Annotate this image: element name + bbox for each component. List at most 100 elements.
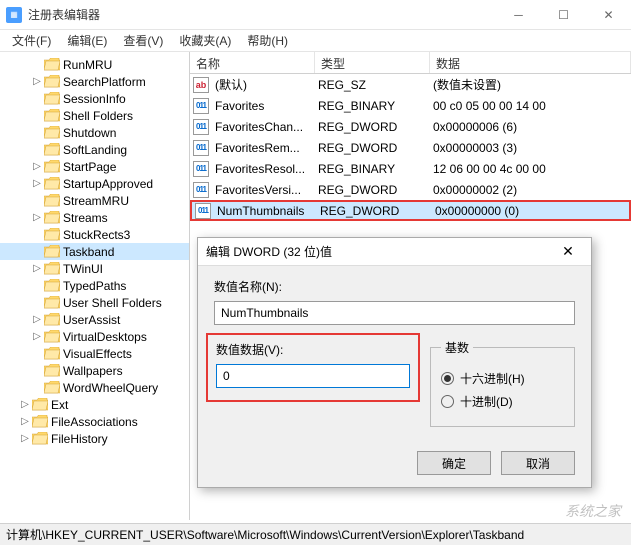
tree-expander-icon[interactable]: ▷ [30,314,44,325]
tree-item[interactable]: Taskband [0,243,189,260]
tree-label: User Shell Folders [63,296,162,310]
cell-type: REG_DWORD [315,141,430,155]
folder-icon [44,296,60,309]
list-row[interactable]: ab(默认)REG_SZ(数值未设置) [190,74,631,95]
list-row[interactable]: 011FavoritesResol...REG_BINARY12 06 00 0… [190,158,631,179]
tree-label: StartupApproved [63,177,153,191]
value-data-input[interactable] [216,364,410,388]
tree-item[interactable]: Shell Folders [0,107,189,124]
folder-icon [44,160,60,173]
tree-item[interactable]: ▷ StartupApproved [0,175,189,192]
tree-expander-icon[interactable]: ▷ [18,399,32,410]
tree-label: StuckRects3 [63,228,130,242]
tree-label: Shutdown [63,126,116,140]
menu-favorites[interactable]: 收藏夹(A) [171,30,239,51]
tree-item[interactable]: ▷VirtualDesktops [0,328,189,345]
tree-expander-icon[interactable]: ▷ [18,433,32,444]
tree-label: StartPage [63,160,116,174]
tree-item[interactable]: ▷FileAssociations [0,413,189,430]
cell-data: 12 06 00 00 4c 00 00 [430,162,631,176]
dialog-close-button[interactable]: ✕ [553,238,583,266]
list-row[interactable]: 011FavoritesREG_BINARY00 c0 05 00 00 14 … [190,95,631,116]
tree-item[interactable]: ▷Streams [0,209,189,226]
value-data-group: 数值数据(V): [206,333,420,402]
tree-item[interactable]: ▷ FileHistory [0,430,189,447]
tree-expander-icon[interactable]: ▷ [30,178,44,189]
list-row[interactable]: 011FavoritesChan...REG_DWORD0x00000006 (… [190,116,631,137]
tree-item[interactable]: RunMRU [0,56,189,73]
tree-expander-icon[interactable]: ▷ [30,263,44,274]
tree-item[interactable]: ▷ StartPage [0,158,189,175]
base-fieldset: 基数 十六进制(H) 十进制(D) [430,339,575,427]
tree-item[interactable]: User Shell Folders [0,294,189,311]
tree-expander-icon[interactable]: ▷ [30,212,44,223]
tree-item[interactable]: Shutdown [0,124,189,141]
radio-dec[interactable]: 十进制(D) [441,393,564,410]
folder-icon [44,245,60,258]
tree-item[interactable]: StuckRects3 [0,226,189,243]
tree-label: SoftLanding [63,143,127,157]
cell-name: FavoritesRem... [212,141,315,155]
tree-label: VisualEffects [63,347,132,361]
folder-icon [44,364,60,377]
ok-button[interactable]: 确定 [417,451,491,475]
tree-item[interactable]: VisualEffects [0,345,189,362]
folder-icon [44,381,60,394]
col-name[interactable]: 名称 [190,52,315,73]
menu-help[interactable]: 帮助(H) [239,30,296,51]
maximize-button[interactable]: ☐ [541,0,586,30]
tree-item[interactable]: TypedPaths [0,277,189,294]
tree-label: Shell Folders [63,109,133,123]
cell-data: (数值未设置) [430,76,631,93]
value-name-input[interactable] [214,301,575,325]
value-binary-icon: 011 [193,161,209,177]
cancel-button[interactable]: 取消 [501,451,575,475]
close-button[interactable]: ✕ [586,0,631,30]
tree-item[interactable]: Wallpapers [0,362,189,379]
cell-name: NumThumbnails [214,204,317,218]
value-name-label: 数值名称(N): [214,278,575,295]
tree-pane[interactable]: RunMRU▷SearchPlatform SessionInfo Shell Fo… [0,52,190,520]
tree-expander-icon[interactable]: ▷ [30,76,44,87]
cell-type: REG_DWORD [315,120,430,134]
folder-icon [44,58,60,71]
folder-icon [44,228,60,241]
cell-name: FavoritesVersi... [212,183,315,197]
radio-hex-label: 十六进制(H) [460,370,525,387]
list-row[interactable]: 011FavoritesRem...REG_DWORD0x00000003 (3… [190,137,631,158]
tree-item[interactable]: WordWheelQuery [0,379,189,396]
value-data-label: 数值数据(V): [216,341,410,358]
tree-label: FileHistory [51,432,108,446]
tree-label: TWinUI [63,262,103,276]
minimize-button[interactable]: ─ [496,0,541,30]
menu-edit[interactable]: 编辑(E) [59,30,115,51]
tree-item[interactable]: StreamMRU [0,192,189,209]
menu-file[interactable]: 文件(F) [4,30,59,51]
cell-name: (默认) [212,76,315,93]
cell-type: REG_DWORD [315,183,430,197]
tree-item[interactable]: ▷SearchPlatform [0,73,189,90]
tree-label: SessionInfo [63,92,126,106]
folder-icon [32,415,48,428]
col-type[interactable]: 类型 [315,52,430,73]
list-row[interactable]: 011FavoritesVersi...REG_DWORD0x00000002 … [190,179,631,200]
tree-expander-icon[interactable]: ▷ [30,331,44,342]
tree-item[interactable]: ▷ TWinUI [0,260,189,277]
tree-expander-icon[interactable]: ▷ [18,416,32,427]
list-row[interactable]: 011NumThumbnailsREG_DWORD0x00000000 (0) [190,200,631,221]
cell-name: FavoritesChan... [212,120,315,134]
tree-expander-icon[interactable]: ▷ [30,161,44,172]
col-data[interactable]: 数据 [430,52,631,73]
tree-label: TypedPaths [63,279,126,293]
tree-item[interactable]: SoftLanding [0,141,189,158]
tree-item[interactable]: ▷UserAssist [0,311,189,328]
tree-item[interactable]: SessionInfo [0,90,189,107]
tree-item[interactable]: ▷Ext [0,396,189,413]
folder-icon [44,143,60,156]
cell-type: REG_SZ [315,78,430,92]
folder-icon [44,92,60,105]
folder-icon [44,177,60,190]
radio-hex[interactable]: 十六进制(H) [441,370,564,387]
folder-icon [44,126,60,139]
menu-view[interactable]: 查看(V) [115,30,171,51]
